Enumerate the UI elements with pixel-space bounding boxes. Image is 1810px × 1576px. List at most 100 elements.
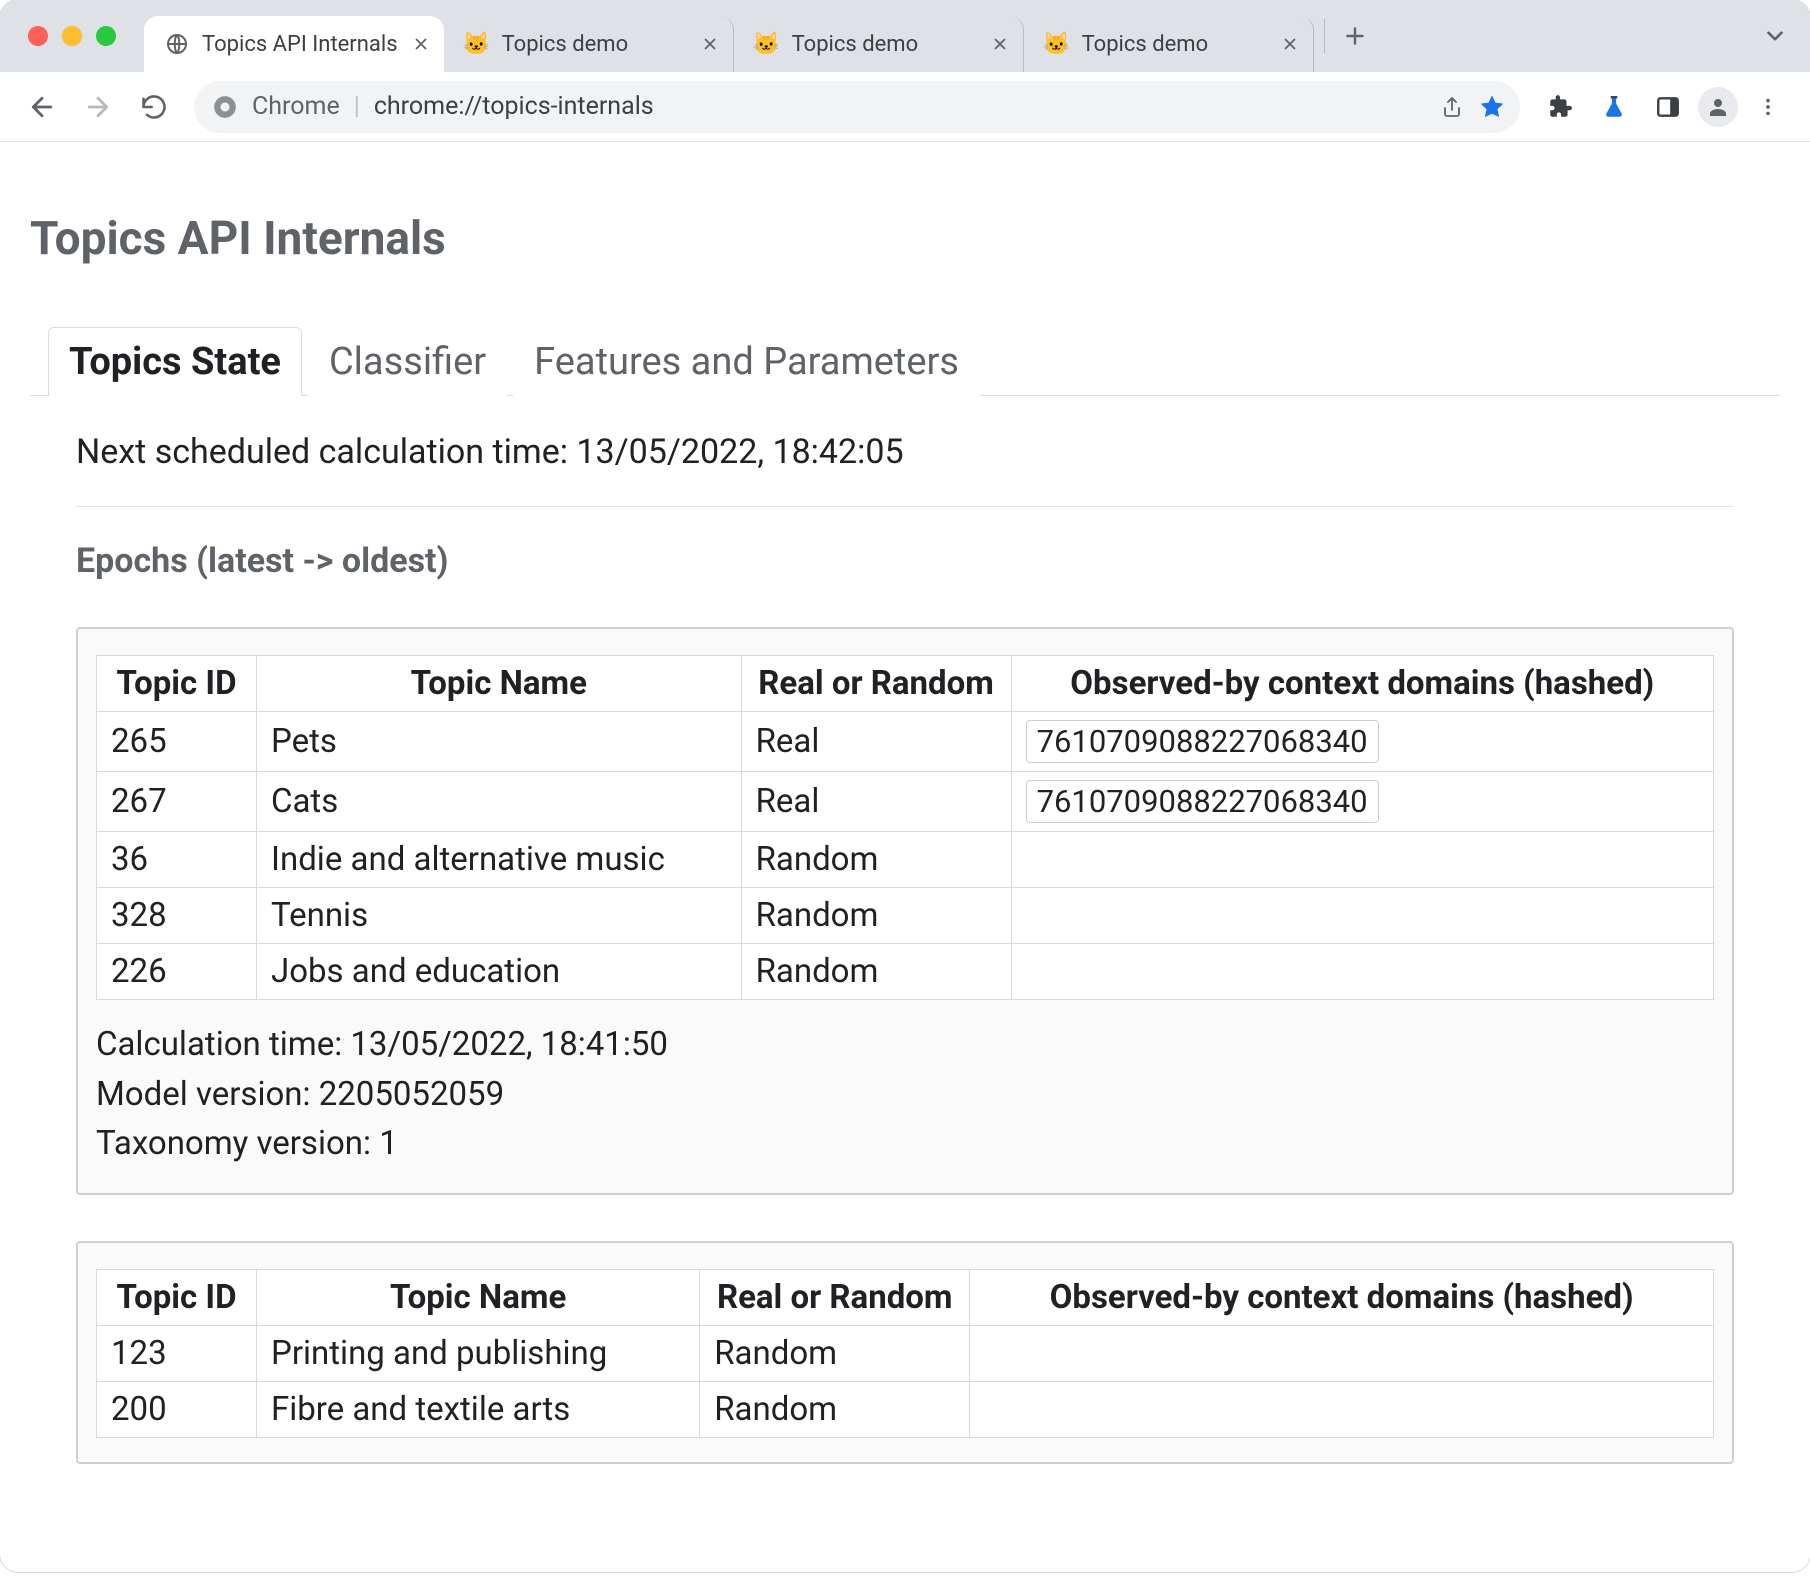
window-controls: [28, 26, 116, 46]
real-or-random-cell: Random: [700, 1381, 970, 1437]
calc-time-label: Calculation time:: [96, 1025, 342, 1064]
divider: [76, 506, 1734, 507]
browser-tab-title: Topics demo: [792, 32, 977, 57]
tab-close-button[interactable]: [410, 33, 432, 55]
calc-time-value: 13/05/2022, 18:41:50: [350, 1025, 668, 1064]
hash-chip: 7610709088227068340: [1026, 780, 1379, 823]
tab-close-button[interactable]: [989, 33, 1011, 55]
content-tab[interactable]: Features and Parameters: [513, 327, 980, 396]
browser-toolbar: Chrome | chrome://topics-internals: [0, 72, 1810, 142]
window-zoom-button[interactable]: [96, 26, 116, 46]
cat-icon: 🐱: [464, 31, 490, 57]
real-or-random-cell: Real: [741, 712, 1011, 772]
cat-icon: 🐱: [1044, 31, 1070, 57]
observed-cell: [1011, 944, 1713, 1000]
table-row: 267CatsReal 7610709088227068340: [97, 772, 1714, 832]
bookmark-star-icon[interactable]: [1478, 93, 1506, 121]
real-or-random-cell: Random: [700, 1325, 970, 1381]
observed-cell: [1011, 888, 1713, 944]
table-row: 226Jobs and educationRandom: [97, 944, 1714, 1000]
topic-name-cell: Tennis: [257, 888, 742, 944]
taxonomy-version-value: 1: [379, 1124, 398, 1163]
back-button[interactable]: [18, 83, 66, 131]
tab-close-button[interactable]: [699, 33, 721, 55]
model-version-value: 2205052059: [319, 1075, 504, 1114]
forward-button[interactable]: [74, 83, 122, 131]
next-calc-row: Next scheduled calculation time: 13/05/2…: [76, 432, 1734, 472]
topic-id-cell: 267: [97, 772, 257, 832]
observed-cell: [970, 1325, 1714, 1381]
col-observed: Observed-by context domains (hashed): [970, 1269, 1714, 1325]
globe-icon: [164, 31, 190, 57]
real-or-random-cell: Random: [741, 944, 1011, 1000]
observed-cell: [1011, 832, 1713, 888]
topic-name-cell: Printing and publishing: [257, 1325, 700, 1381]
labs-button[interactable]: [1590, 83, 1638, 131]
col-topic-name: Topic Name: [257, 656, 742, 712]
table-row: 328TennisRandom: [97, 888, 1714, 944]
topic-name-cell: Fibre and textile arts: [257, 1381, 700, 1437]
model-version-label: Model version:: [96, 1075, 311, 1114]
share-icon[interactable]: [1440, 95, 1464, 119]
topics-table: Topic IDTopic NameReal or RandomObserved…: [96, 655, 1714, 1000]
topic-name-cell: Pets: [257, 712, 742, 772]
topic-id-cell: 36: [97, 832, 257, 888]
col-topic-id: Topic ID: [97, 656, 257, 712]
table-row: 36Indie and alternative musicRandom: [97, 832, 1714, 888]
observed-cell: 7610709088227068340: [1011, 772, 1713, 832]
cat-icon: 🐱: [754, 31, 780, 57]
browser-tab[interactable]: 🐱 Topics demo: [1024, 16, 1314, 72]
browser-tab[interactable]: 🐱 Topics demo: [734, 16, 1024, 72]
address-bar[interactable]: Chrome | chrome://topics-internals: [194, 81, 1520, 133]
topic-name-cell: Indie and alternative music: [257, 832, 742, 888]
col-topic-id: Topic ID: [97, 1269, 257, 1325]
content-tab[interactable]: Classifier: [308, 327, 507, 396]
col-real-random: Real or Random: [741, 656, 1011, 712]
observed-cell: [970, 1381, 1714, 1437]
real-or-random-cell: Real: [741, 772, 1011, 832]
table-row: 123Printing and publishingRandom: [97, 1325, 1714, 1381]
taxonomy-version-label: Taxonomy version:: [96, 1124, 371, 1163]
next-calc-value: 13/05/2022, 18:42:05: [576, 432, 903, 472]
content-tabs: Topics StateClassifierFeatures and Param…: [30, 326, 1780, 396]
window-minimize-button[interactable]: [62, 26, 82, 46]
topic-name-cell: Jobs and education: [257, 944, 742, 1000]
epochs-heading: Epochs (latest -> oldest): [76, 541, 1734, 581]
menu-button[interactable]: [1744, 83, 1792, 131]
browser-tab[interactable]: Topics API Internals: [144, 16, 444, 72]
page-title: Topics API Internals: [30, 212, 1780, 266]
table-row: 200Fibre and textile artsRandom: [97, 1381, 1714, 1437]
topic-id-cell: 265: [97, 712, 257, 772]
extensions-button[interactable]: [1536, 83, 1584, 131]
col-topic-name: Topic Name: [257, 1269, 700, 1325]
epoch-box: Topic IDTopic NameReal or RandomObserved…: [76, 627, 1734, 1195]
epoch-meta: Calculation time: 13/05/2022, 18:41:50 Mo…: [96, 1020, 1714, 1169]
browser-tab[interactable]: 🐱 Topics demo: [444, 16, 734, 72]
epoch-box: Topic IDTopic NameReal or RandomObserved…: [76, 1241, 1734, 1464]
page-content: Topics API Internals Topics StateClassif…: [0, 142, 1810, 1572]
omnibox-url: chrome://topics-internals: [374, 92, 1426, 121]
topic-id-cell: 200: [97, 1381, 257, 1437]
real-or-random-cell: Random: [741, 832, 1011, 888]
new-tab-button[interactable]: [1335, 16, 1375, 56]
table-row: 265PetsReal7610709088227068340: [97, 712, 1714, 772]
reload-button[interactable]: [130, 83, 178, 131]
real-or-random-cell: Random: [741, 888, 1011, 944]
side-panel-button[interactable]: [1644, 83, 1692, 131]
browser-tab-title: Topics API Internals: [202, 32, 398, 57]
browser-tab-title: Topics demo: [1082, 32, 1267, 57]
next-calc-label: Next scheduled calculation time:: [76, 432, 568, 472]
topic-name-cell: Cats: [257, 772, 742, 832]
tab-close-button[interactable]: [1279, 33, 1301, 55]
topic-id-cell: 328: [97, 888, 257, 944]
window-close-button[interactable]: [28, 26, 48, 46]
profile-avatar[interactable]: [1698, 87, 1738, 127]
omnibox-separator: |: [354, 92, 360, 121]
chrome-icon: [212, 94, 238, 120]
topic-id-cell: 123: [97, 1325, 257, 1381]
browser-tabstrip: Topics API Internals 🐱 Topics demo 🐱 Topics …: [0, 0, 1810, 72]
browser-tab-title: Topics demo: [502, 32, 687, 57]
topics-table: Topic IDTopic NameReal or RandomObserved…: [96, 1269, 1714, 1438]
content-tab[interactable]: Topics State: [48, 327, 302, 396]
tab-overflow-button[interactable]: [1762, 23, 1788, 49]
